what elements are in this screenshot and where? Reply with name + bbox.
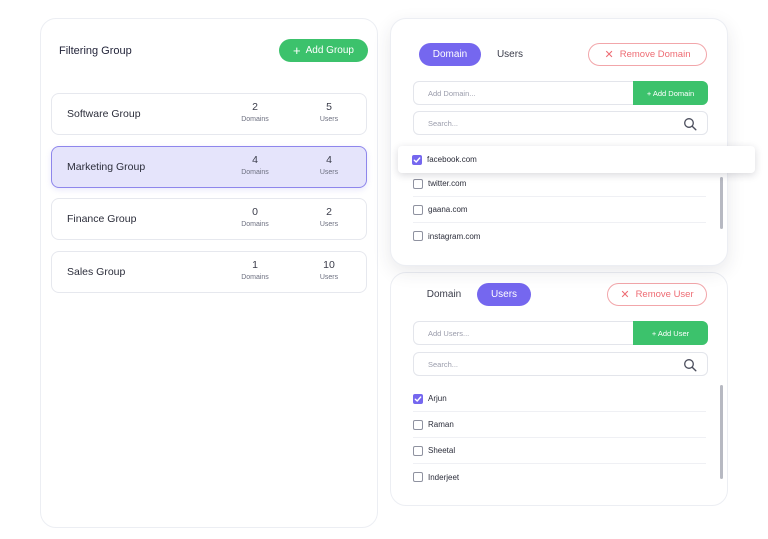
checkbox[interactable]: [413, 472, 423, 482]
search-icon[interactable]: [683, 117, 697, 131]
filtering-group-panel: Filtering Group + Add Group Software Gro…: [40, 18, 378, 528]
close-icon: ✕: [604, 49, 614, 61]
users-label: Users: [319, 169, 339, 176]
user-search-field: [413, 352, 708, 376]
domain-label: twitter.com: [428, 179, 467, 188]
domain-item-facebook[interactable]: facebook.com: [398, 146, 755, 173]
checkbox-checked[interactable]: [412, 154, 422, 165]
tab-domain[interactable]: Domain: [419, 43, 481, 66]
add-domain-button[interactable]: + Add Domain: [633, 81, 708, 105]
domain-search-input[interactable]: [414, 112, 674, 134]
user-item-sheetal[interactable]: Sheetal: [413, 438, 706, 464]
users-label: Users: [319, 274, 339, 281]
add-user-input[interactable]: [414, 322, 629, 344]
user-label: Raman: [428, 420, 454, 429]
user-label: Arjun: [428, 394, 447, 403]
add-domain-field: + Add Domain: [413, 81, 708, 105]
domain-item-twitter[interactable]: twitter.com: [413, 171, 706, 197]
group-card-sales[interactable]: Sales Group 1 Domains 10 Users: [51, 251, 367, 293]
add-group-button[interactable]: + Add Group: [279, 39, 368, 62]
group-card-marketing[interactable]: Marketing Group 4 Domains 4 Users: [51, 146, 367, 188]
group-card-finance[interactable]: Finance Group 0 Domains 2 Users: [51, 198, 367, 240]
users-count: 5 Users: [304, 101, 354, 125]
users-count: 4 Users: [304, 154, 354, 178]
search-icon[interactable]: [683, 358, 697, 372]
user-search-input[interactable]: [414, 353, 674, 375]
domain-label: gaana.com: [428, 205, 468, 214]
domains-label: Domains: [241, 221, 269, 228]
tab-domain[interactable]: Domain: [415, 283, 473, 306]
domain-label: facebook.com: [427, 155, 477, 164]
domains-count: 2 Domains: [230, 101, 280, 125]
user-label: Inderjeet: [428, 472, 460, 482]
user-scrollbar[interactable]: [720, 385, 723, 479]
users-label: Users: [319, 221, 339, 228]
user-item-raman[interactable]: Raman: [413, 412, 706, 438]
add-group-label: Add Group: [305, 45, 354, 56]
domains-label: Domains: [241, 274, 269, 281]
domain-item-gaana[interactable]: gaana.com: [413, 197, 706, 223]
checkbox[interactable]: [413, 231, 423, 241]
users-label: Users: [319, 116, 339, 123]
domains-value: 2: [252, 101, 258, 113]
user-panel: Domain Users ✕ Remove User + Add User Ar…: [390, 272, 728, 506]
domain-scrollbar[interactable]: [720, 177, 723, 229]
user-label: Sheetal: [428, 446, 456, 455]
group-name: Sales Group: [67, 266, 126, 278]
remove-domain-label: Remove Domain: [619, 49, 691, 60]
plus-icon: +: [293, 43, 301, 58]
user-item-arjun[interactable]: Arjun: [413, 386, 706, 412]
group-name: Software Group: [67, 108, 141, 120]
domains-count: 4 Domains: [230, 154, 280, 178]
checkbox[interactable]: [413, 419, 423, 430]
users-value: 2: [326, 206, 332, 218]
domain-panel: Domain Users ✕ Remove Domain + Add Domai…: [390, 18, 728, 266]
checkbox[interactable]: [413, 178, 423, 189]
tab-users[interactable]: Users: [477, 283, 531, 306]
remove-domain-button[interactable]: ✕ Remove Domain: [588, 43, 707, 66]
checkbox[interactable]: [413, 204, 423, 215]
close-icon: ✕: [620, 289, 630, 301]
domains-count: 1 Domains: [230, 259, 280, 283]
checkbox-checked[interactable]: [413, 393, 423, 404]
group-name: Finance Group: [67, 213, 137, 225]
panel-title: Filtering Group: [59, 45, 132, 57]
domains-label: Domains: [241, 116, 269, 123]
domains-value: 1: [252, 259, 258, 271]
checkbox[interactable]: [413, 445, 423, 456]
group-card-software[interactable]: Software Group 2 Domains 5 Users: [51, 93, 367, 135]
checkmark-icon: [414, 395, 422, 402]
remove-user-button[interactable]: ✕ Remove User: [607, 283, 707, 306]
domain-search-field: [413, 111, 708, 135]
add-user-field: + Add User: [413, 321, 708, 345]
domains-value: 0: [252, 206, 258, 218]
domain-item-instagram[interactable]: instagram.com: [413, 223, 706, 249]
users-count: 10 Users: [304, 259, 354, 283]
user-item-inderjeet[interactable]: Inderjeet: [413, 464, 706, 490]
users-value: 4: [326, 154, 332, 166]
add-domain-input[interactable]: [414, 82, 629, 104]
domains-label: Domains: [241, 169, 269, 176]
domains-count: 0 Domains: [230, 206, 280, 230]
users-value: 10: [323, 259, 335, 271]
add-user-button[interactable]: + Add User: [633, 321, 708, 345]
group-name: Marketing Group: [67, 161, 146, 173]
users-value: 5: [326, 101, 332, 113]
tab-users[interactable]: Users: [487, 43, 533, 66]
domains-value: 4: [252, 154, 258, 166]
checkmark-icon: [413, 156, 421, 163]
domain-label: instagram.com: [428, 231, 481, 241]
users-count: 2 Users: [304, 206, 354, 230]
remove-user-label: Remove User: [635, 289, 694, 300]
